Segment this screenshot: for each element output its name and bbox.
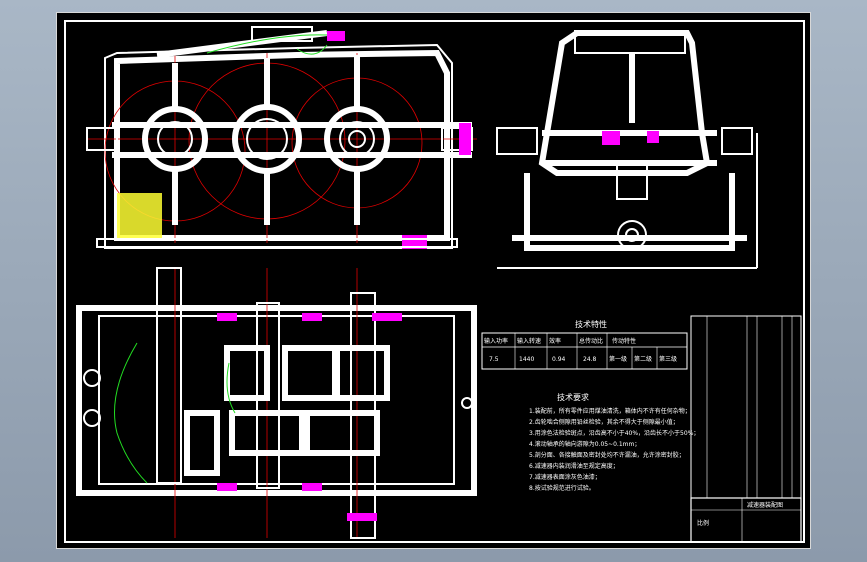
spec-value-5: 第二级 <box>634 355 652 363</box>
spec-header-0: 输入功率 <box>484 337 508 345</box>
note-line: 2.齿轮啮合侧隙用铅丝检验，其余不得大于侧隙最小值； <box>529 418 679 426</box>
note-line: 7.减速器表面涂灰色油漆； <box>529 473 601 481</box>
spec-header-4: 传动特性 <box>612 337 636 345</box>
cad-drawing: 技术特性 输入功率 输入转速 效率 总传动比 传动特性 7.5 1440 0.9… <box>64 20 805 543</box>
title-block-drawing-name: 减速器装配图 <box>747 501 783 509</box>
technical-notes: 技术要求 1.装配前，所有零件应用煤油清洗，箱体内不许有任何杂物； 2.齿轮啮合… <box>529 392 699 492</box>
note-line: 8.按试验规范进行试验。 <box>529 484 595 492</box>
note-line: 6.减速器内装润滑油至规定高度； <box>529 462 619 470</box>
note-line: 3.用涂色法检验斑点，沿齿高不小于40%，沿齿长不小于50%； <box>529 429 699 437</box>
spec-value-0: 7.5 <box>489 356 499 363</box>
spec-header-3: 总传动比 <box>579 337 603 345</box>
side-view <box>496 30 758 269</box>
notes-title: 技术要求 <box>557 392 589 402</box>
spec-value-4: 第一级 <box>609 355 627 363</box>
spec-table: 技术特性 输入功率 输入转速 效率 总传动比 传动特性 7.5 1440 0.9… <box>481 319 688 370</box>
note-line: 5.剖分面、各接触面及密封处均不许漏油，允许涂密封胶； <box>529 451 685 459</box>
spec-value-2: 0.94 <box>552 356 566 363</box>
title-block: 减速器装配图 比例 <box>690 497 802 543</box>
top-view <box>76 267 477 539</box>
title-block-label: 比例 <box>697 519 709 527</box>
drawing-sheet: 技术特性 输入功率 输入转速 效率 总传动比 传动特性 7.5 1440 0.9… <box>56 12 811 549</box>
front-view <box>86 26 477 249</box>
spec-value-6: 第三级 <box>659 355 677 363</box>
parts-list <box>690 315 802 499</box>
spec-value-1: 1440 <box>519 356 534 363</box>
spec-table-title: 技术特性 <box>575 319 607 329</box>
spec-header-2: 效率 <box>549 337 561 345</box>
note-line: 4.滚动轴承的轴向游隙为0.05~0.1mm； <box>529 440 640 448</box>
spec-value-3: 24.8 <box>583 356 597 363</box>
note-line: 1.装配前，所有零件应用煤油清洗，箱体内不许有任何杂物； <box>529 407 691 415</box>
spec-header-1: 输入转速 <box>517 337 541 345</box>
